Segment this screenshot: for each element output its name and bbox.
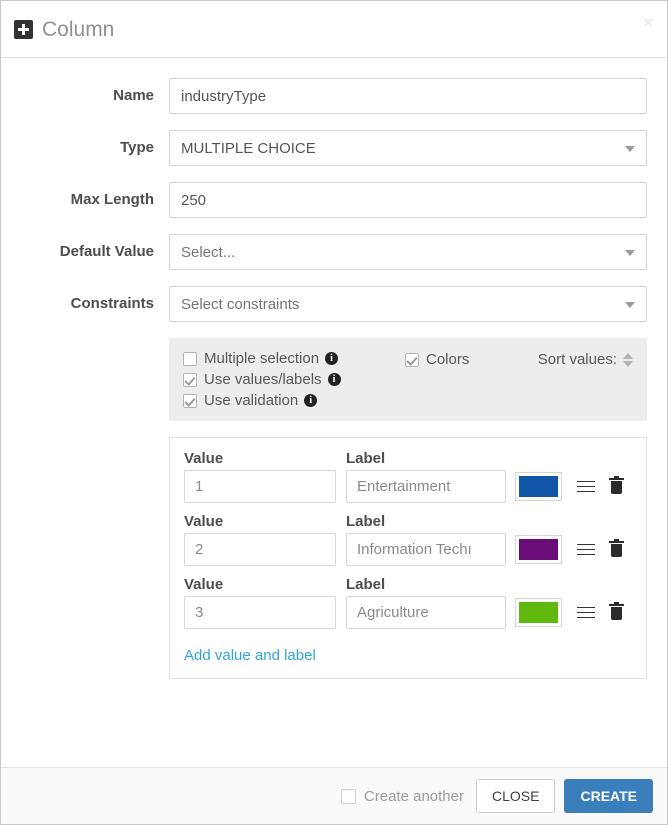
default-value-control (169, 234, 647, 270)
sort-up-icon[interactable] (623, 352, 633, 359)
use-values-labels-label: Use values/labels (204, 371, 322, 388)
color-swatch-button[interactable] (515, 598, 562, 627)
options-panel: Multiple selection i Use values/labels i… (169, 338, 647, 421)
multiple-selection-checkbox[interactable] (183, 351, 197, 366)
name-label: Name (113, 87, 154, 104)
sort-values-control[interactable]: Sort values: (538, 351, 633, 368)
field-row-type: Type (21, 130, 647, 166)
info-icon[interactable]: i (304, 394, 318, 407)
option-colors[interactable]: Colors (405, 351, 515, 368)
delete-row-icon[interactable] (609, 538, 624, 559)
delete-row-icon[interactable] (609, 601, 624, 622)
options-colors-column: Colors (405, 350, 515, 368)
add-value-and-label-link[interactable]: Add value and label (184, 647, 316, 664)
colors-label: Colors (426, 351, 470, 368)
close-button[interactable]: CLOSE (476, 779, 556, 813)
type-control (169, 130, 647, 166)
use-validation-checkbox[interactable] (183, 393, 197, 408)
constraints-label: Constraints (70, 295, 154, 312)
create-another-label: Create another (363, 787, 464, 805)
field-row-name: Name (21, 78, 647, 114)
color-swatch (519, 602, 558, 623)
label-input[interactable] (346, 596, 506, 629)
option-multiple-selection[interactable]: Multiple selection i (183, 350, 405, 367)
color-swatch-button[interactable] (515, 472, 562, 501)
drag-handle-icon[interactable] (577, 542, 595, 558)
value-row-headers: Value Label (184, 576, 632, 593)
dialog-title: Column (42, 17, 115, 41)
value-row: Value Label (184, 450, 632, 503)
field-row-constraints: Constraints (21, 286, 647, 322)
type-label: Type (120, 139, 154, 156)
name-input[interactable] (169, 78, 647, 114)
value-column-header: Value (184, 450, 224, 467)
create-another-option[interactable]: Create another (340, 787, 464, 805)
info-icon[interactable]: i (325, 352, 339, 365)
multiple-selection-label: Multiple selection (204, 350, 320, 367)
use-validation-label: Use validation (204, 392, 299, 409)
max-length-control (169, 182, 647, 218)
default-value-select[interactable] (169, 234, 647, 270)
sort-down-icon[interactable] (623, 360, 633, 367)
value-row: Value Label (184, 513, 632, 566)
label-field-wrap (346, 596, 506, 629)
info-icon[interactable]: i (327, 373, 341, 386)
value-row: Value Label (184, 576, 632, 629)
options-sort-column: Sort values: (515, 350, 633, 368)
value-column-header: Value (184, 576, 224, 593)
constraints-select[interactable] (169, 286, 647, 322)
column-dialog: Column × Name Type Max Length Default Va… (0, 0, 668, 825)
drag-handle-icon[interactable] (577, 605, 595, 621)
dialog-footer: Create another CLOSE CREATE (1, 767, 667, 824)
default-value-label: Default Value (59, 243, 154, 260)
label-field-wrap (346, 533, 506, 566)
sort-values-label: Sort values: (537, 351, 617, 368)
label-input[interactable] (346, 470, 506, 503)
value-field-wrap (184, 533, 336, 566)
label-column-header: Label (346, 513, 386, 530)
value-row-headers: Value Label (184, 450, 632, 467)
label-field-wrap (346, 470, 506, 503)
max-length-label: Max Length (70, 191, 154, 208)
color-swatch-button[interactable] (515, 535, 562, 564)
dialog-header: Column × (1, 1, 667, 58)
value-row-fields (184, 470, 632, 503)
options-checkbox-column: Multiple selection i Use values/labels i… (183, 350, 405, 409)
field-row-default-value: Default Value (21, 234, 647, 270)
create-button[interactable]: CREATE (564, 779, 653, 813)
value-row-fields (184, 533, 632, 566)
max-length-input[interactable] (169, 182, 647, 218)
values-panel: Value Label 1 Entertainment Value Label … (169, 437, 647, 679)
label-column-header: Label (346, 450, 386, 467)
dialog-body: Name Type Max Length Default Value (1, 58, 667, 767)
use-values-labels-checkbox[interactable] (183, 372, 197, 387)
colors-checkbox[interactable] (405, 352, 419, 367)
delete-row-icon[interactable] (609, 475, 624, 496)
sort-updown-icon[interactable] (623, 352, 633, 367)
create-another-checkbox[interactable] (340, 788, 356, 804)
value-row-headers: Value Label (184, 513, 632, 530)
value-input[interactable] (184, 470, 336, 503)
name-control (169, 78, 647, 114)
plus-square-icon (14, 19, 33, 39)
option-use-values-labels[interactable]: Use values/labels i (183, 371, 405, 388)
value-row-fields (184, 596, 632, 629)
label-input[interactable] (346, 533, 506, 566)
field-row-max-length: Max Length (21, 182, 647, 218)
color-swatch (519, 539, 558, 560)
option-use-validation[interactable]: Use validation i (183, 392, 405, 409)
value-field-wrap (184, 470, 336, 503)
close-icon[interactable]: × (643, 14, 653, 31)
value-field-wrap (184, 596, 336, 629)
drag-handle-icon[interactable] (577, 479, 595, 495)
label-column-header: Label (346, 576, 386, 593)
constraints-control (169, 286, 647, 322)
type-select[interactable] (169, 130, 647, 166)
value-input[interactable] (184, 533, 336, 566)
value-input[interactable] (184, 596, 336, 629)
color-swatch (519, 476, 558, 497)
value-column-header: Value (184, 513, 224, 530)
